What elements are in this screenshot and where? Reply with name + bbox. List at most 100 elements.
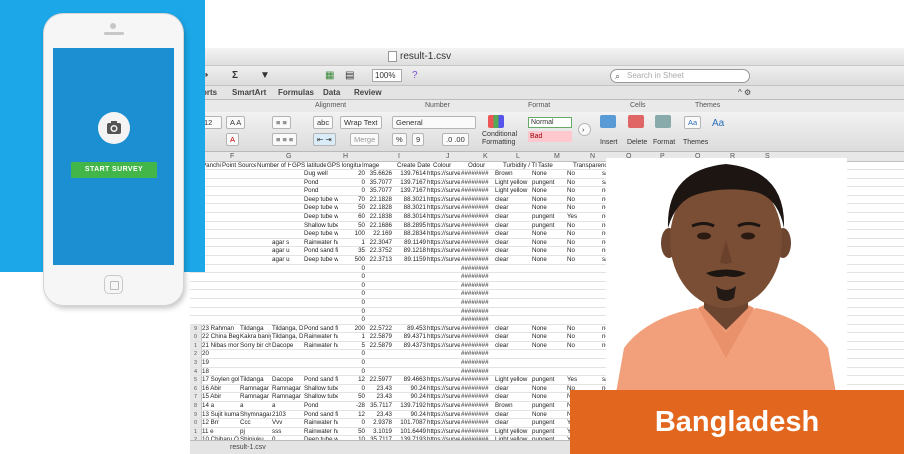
table-cell[interactable]: No (567, 179, 601, 187)
table-cell[interactable]: ######## (461, 282, 494, 290)
percent-button[interactable]: % (392, 133, 407, 146)
table-cell[interactable]: No (567, 325, 601, 333)
table-cell[interactable]: 22.169 (366, 230, 392, 238)
table-cell[interactable]: https://surve (427, 247, 460, 255)
table-cell[interactable]: https://surve (427, 222, 460, 230)
table-cell[interactable]: 139.7614 (393, 170, 426, 178)
table-cell[interactable]: https://surve (427, 256, 460, 264)
table-cell[interactable]: Rainwater ha (304, 428, 338, 436)
table-cell[interactable]: 22.1828 (366, 204, 392, 212)
table-cell[interactable]: https://surve (427, 325, 460, 333)
table-cell[interactable]: https://surve (427, 411, 460, 419)
table-cell[interactable]: https://surve (427, 239, 460, 247)
table-cell[interactable]: 0 (339, 385, 365, 393)
table-cell[interactable]: 1 (339, 239, 365, 247)
table-cell[interactable]: 139.7167 (393, 187, 426, 195)
merge-button[interactable]: Merge (350, 133, 380, 146)
table-cell[interactable]: 88.3021 (393, 196, 426, 204)
table-cell[interactable]: 16 Abir (202, 385, 239, 393)
table-cell[interactable]: https://surve (427, 333, 460, 341)
table-cell[interactable]: a (272, 402, 303, 410)
table-cell[interactable]: 22.5879 (366, 333, 392, 341)
table-cell[interactable]: 89.4663 (393, 376, 426, 384)
table-cell[interactable]: agar s (272, 239, 303, 247)
table-cell[interactable]: Brown (495, 170, 531, 178)
table-cell[interactable]: 0 (339, 179, 365, 187)
row-number[interactable]: 1 (190, 341, 202, 350)
table-cell[interactable]: Pond sand fil (304, 411, 338, 419)
table-cell[interactable]: 1 (339, 333, 365, 341)
tab-smartart[interactable]: SmartArt (232, 88, 266, 97)
table-cell[interactable]: 21 Nibas mondal (202, 342, 239, 350)
table-cell[interactable]: 18 (202, 368, 239, 376)
themes-icon[interactable]: Aa (684, 116, 702, 129)
table-cell[interactable]: Tildanga (240, 325, 271, 333)
table-cell[interactable]: No (567, 230, 601, 238)
table-cell[interactable]: 22.5722 (366, 325, 392, 333)
table-cell[interactable]: 0 (339, 273, 365, 281)
align-left-button[interactable]: ≡ ≡ ≡ (272, 133, 298, 146)
table-cell[interactable]: pungent (532, 428, 566, 436)
table-cell[interactable]: ######## (461, 393, 494, 401)
table-cell[interactable]: Deep tube w (304, 196, 338, 204)
table-cell[interactable]: 23.43 (366, 393, 392, 401)
table-cell[interactable]: 2.9378 (366, 419, 392, 427)
table-cell[interactable]: ######## (461, 299, 494, 307)
table-cell[interactable]: 90.24 (393, 393, 426, 401)
table-cell[interactable]: 139.7167 (393, 179, 426, 187)
table-cell[interactable]: 5 (339, 342, 365, 350)
indent-button[interactable]: ⇤ ⇥ (313, 133, 336, 146)
table-cell[interactable]: 12 (339, 376, 365, 384)
table-cell[interactable]: 22.1838 (366, 213, 392, 221)
table-cell[interactable]: clear (495, 247, 531, 255)
table-cell[interactable]: Pond sand fil (304, 325, 338, 333)
col-m[interactable]: M (554, 153, 560, 160)
table-cell[interactable]: No (567, 342, 601, 350)
table-cell[interactable]: ######## (461, 179, 494, 187)
delete-icon[interactable] (628, 115, 644, 128)
table-cell[interactable]: Pond sand fil (304, 247, 338, 255)
format-icon[interactable] (655, 115, 671, 128)
table-cell[interactable]: clear (495, 204, 531, 212)
table-cell[interactable]: clear (495, 419, 531, 427)
table-cell[interactable]: No (567, 187, 601, 195)
row-number[interactable]: 8 (190, 402, 202, 410)
font-color-button[interactable]: A (226, 133, 240, 146)
table-cell[interactable]: Dacope (272, 376, 303, 384)
table-cell[interactable]: 22.5879 (366, 342, 392, 350)
table-cell[interactable]: ######## (461, 411, 494, 419)
table-cell[interactable]: 50 (339, 393, 365, 401)
table-cell[interactable]: No (567, 256, 601, 264)
table-cell[interactable]: clear (495, 196, 531, 204)
table-cell[interactable]: https://surve (427, 230, 460, 238)
table-cell[interactable]: ######## (461, 222, 494, 230)
table-cell[interactable]: Brown (495, 402, 531, 410)
table-cell[interactable]: Pond (304, 402, 338, 410)
table-cell[interactable]: None (532, 325, 566, 333)
table-cell[interactable]: 0 (339, 350, 365, 358)
table-cell[interactable]: Yes (567, 376, 601, 384)
table-cell[interactable]: 22 China Begam (202, 333, 239, 341)
table-cell[interactable]: https://surve (427, 187, 460, 195)
col-l[interactable]: L (516, 153, 520, 160)
table-cell[interactable]: pungent (532, 179, 566, 187)
table-cell[interactable]: clear (495, 239, 531, 247)
table-cell[interactable]: 22.3713 (366, 256, 392, 264)
table-cell[interactable]: ######## (461, 170, 494, 178)
table-cell[interactable]: 89.453 (393, 325, 426, 333)
table-cell[interactable]: clear (495, 325, 531, 333)
table-cell[interactable]: No (567, 247, 601, 255)
table-cell[interactable]: Dacope (272, 342, 303, 350)
table-cell[interactable]: None (532, 239, 566, 247)
table-cell[interactable]: 13 Sujit kumar (202, 411, 239, 419)
row-number[interactable]: 7 (190, 393, 202, 402)
table-cell[interactable]: 88.3021 (393, 204, 426, 212)
row-number[interactable]: 3 (190, 359, 202, 367)
wrap-text-button[interactable]: Wrap Text (340, 116, 382, 129)
table-cell[interactable]: clear (495, 256, 531, 264)
table-cell[interactable]: 89.1149 (393, 239, 426, 247)
table-cell[interactable]: No (567, 222, 601, 230)
table-cell[interactable]: clear (495, 385, 531, 393)
table-cell[interactable]: 50 (339, 428, 365, 436)
camera-icon[interactable] (98, 112, 130, 144)
